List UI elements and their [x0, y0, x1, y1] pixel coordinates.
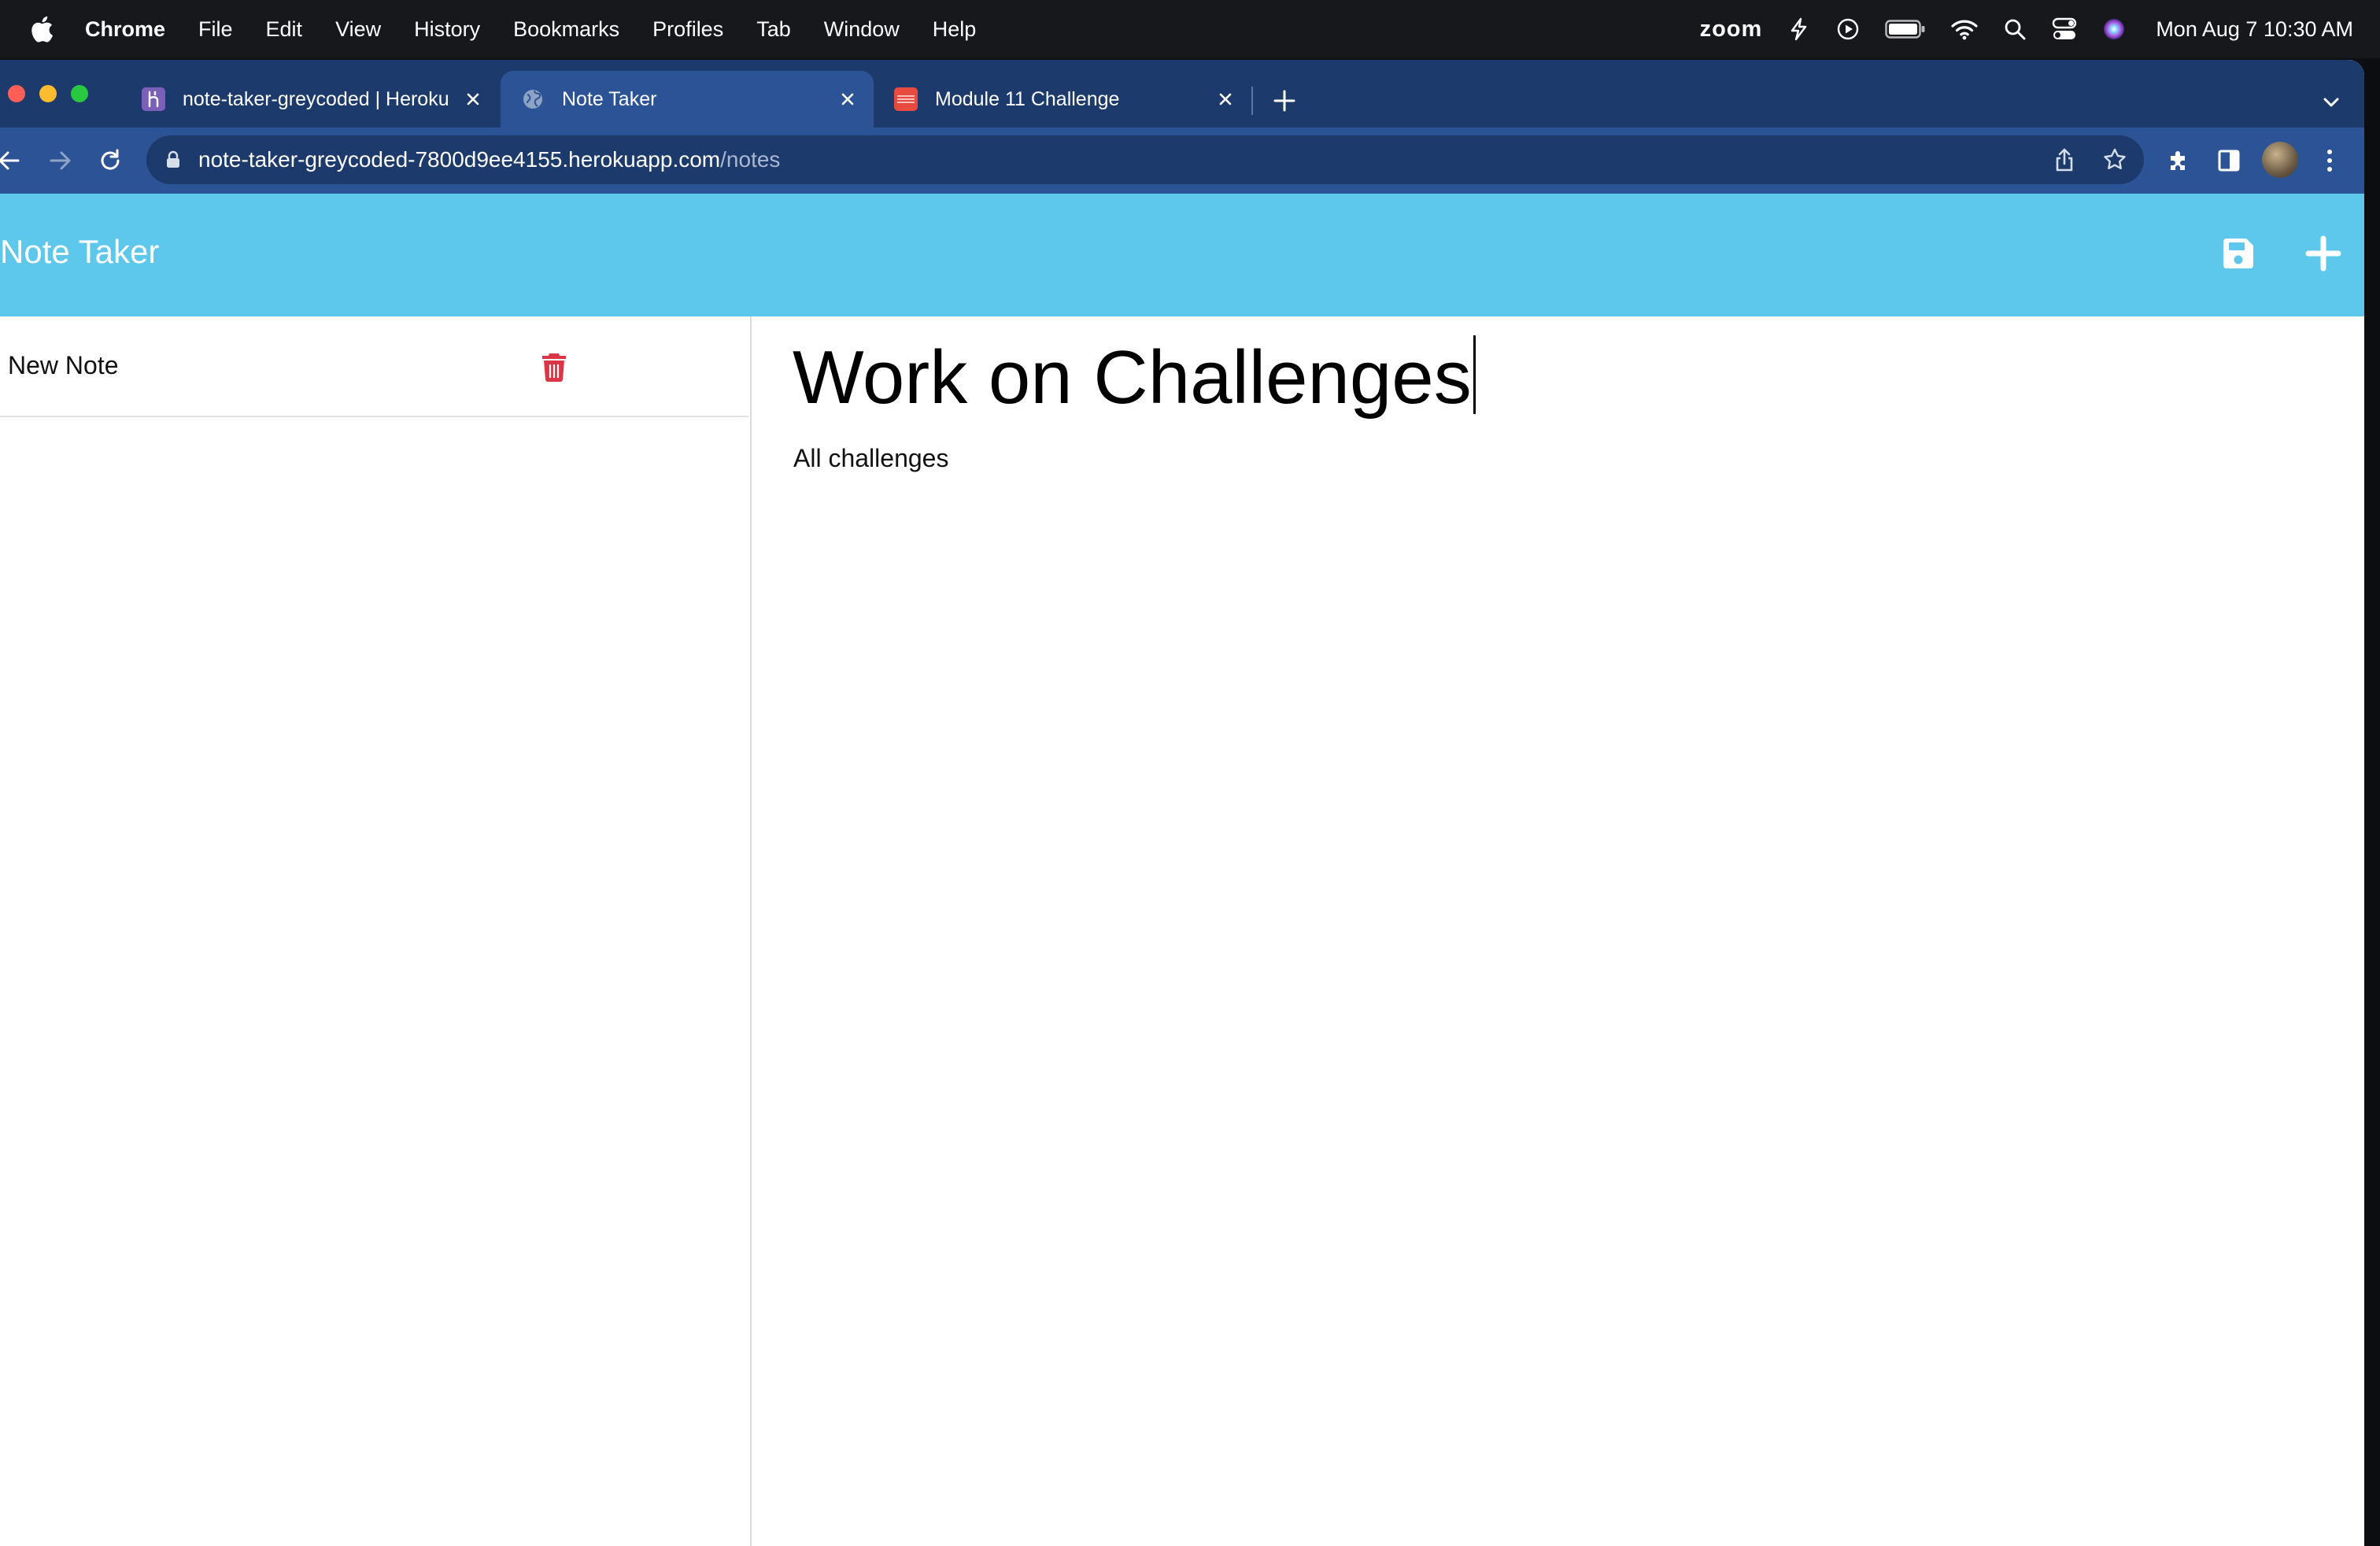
- menu-bar-clock[interactable]: Mon Aug 7 10:30 AM: [2156, 17, 2353, 42]
- heroku-icon: [142, 87, 165, 111]
- url-host: note-taker-greycoded-7800d9ee4155.heroku…: [198, 147, 721, 172]
- menu-view[interactable]: View: [335, 17, 381, 42]
- tab-title: Module 11 Challenge: [935, 87, 1120, 110]
- apple-menu-icon[interactable]: [30, 16, 54, 43]
- new-note-plus-icon[interactable]: [2301, 231, 2345, 276]
- tab-heroku[interactable]: note-taker-greycoded | Heroku: [121, 71, 499, 128]
- lock-icon[interactable]: [165, 150, 181, 169]
- tab-strip: note-taker-greycoded | Heroku Note Taker…: [0, 60, 2364, 128]
- note-title-text: Work on Challenges: [793, 335, 1472, 420]
- note-text-area[interactable]: All challenges: [793, 444, 948, 473]
- menu-tab[interactable]: Tab: [756, 17, 791, 42]
- app-brand[interactable]: Note Taker: [0, 233, 159, 271]
- more-vertical-icon[interactable]: [2312, 143, 2347, 178]
- tab-search-chevron-icon[interactable]: [2317, 88, 2345, 117]
- menu-app-chrome[interactable]: Chrome: [85, 17, 165, 42]
- address-bar[interactable]: note-taker-greycoded-7800d9ee4155.heroku…: [146, 135, 2144, 184]
- menu-help[interactable]: Help: [933, 17, 977, 42]
- tab-separator: [1251, 87, 1253, 115]
- bookmark-star-icon[interactable]: [2101, 146, 2128, 173]
- save-note-icon[interactable]: [2216, 231, 2260, 276]
- text-caret: [1473, 335, 1476, 414]
- reload-icon[interactable]: [91, 142, 129, 179]
- note-list-title: New Note: [8, 351, 119, 379]
- notes-sidebar: New Note: [0, 316, 752, 1546]
- tab-title: Note Taker: [562, 87, 657, 110]
- globe-icon: [521, 87, 545, 111]
- list-item[interactable]: New Note: [0, 316, 748, 417]
- wifi-icon[interactable]: [1951, 18, 1978, 40]
- tab-note-taker[interactable]: Note Taker: [501, 71, 874, 128]
- browser-window: note-taker-greycoded | Heroku Note Taker…: [0, 60, 2364, 1546]
- close-window-button[interactable]: [8, 85, 25, 102]
- back-arrow-icon[interactable]: [0, 142, 28, 179]
- forward-arrow-icon[interactable]: [41, 142, 79, 179]
- url-path: /notes: [720, 147, 781, 172]
- app-navbar: Note Taker: [0, 194, 2364, 316]
- menu-edit[interactable]: Edit: [266, 17, 303, 42]
- menu-window[interactable]: Window: [824, 17, 900, 42]
- share-icon[interactable]: [2051, 146, 2078, 173]
- menu-file[interactable]: File: [198, 17, 233, 42]
- new-tab-plus-icon[interactable]: [1270, 87, 1299, 115]
- spotlight-search-icon[interactable]: [2003, 17, 2027, 41]
- play-circle-icon[interactable]: [1836, 17, 1860, 41]
- maximize-window-button[interactable]: [71, 85, 88, 102]
- side-panel-icon[interactable]: [2212, 143, 2246, 178]
- delete-note-trash-icon[interactable]: [538, 350, 570, 384]
- menu-profiles[interactable]: Profiles: [652, 17, 723, 42]
- menu-bookmarks[interactable]: Bookmarks: [513, 17, 619, 42]
- siri-icon[interactable]: [2102, 17, 2126, 41]
- bolt-icon[interactable]: [1787, 17, 1811, 41]
- extensions-puzzle-icon[interactable]: [2161, 143, 2196, 178]
- browser-toolbar: note-taker-greycoded-7800d9ee4155.heroku…: [0, 128, 2364, 194]
- macos-menu-bar: Chrome File Edit View History Bookmarks …: [0, 0, 2380, 58]
- desktop-edge: [2364, 60, 2380, 1546]
- tab-module-11[interactable]: Module 11 Challenge: [874, 71, 1251, 128]
- profile-avatar[interactable]: [2262, 142, 2298, 178]
- control-center-icon[interactable]: [2052, 17, 2077, 41]
- minimize-window-button[interactable]: [39, 85, 57, 102]
- close-tab-icon[interactable]: [1214, 87, 1237, 111]
- close-tab-icon[interactable]: [836, 87, 859, 111]
- bootcamp-icon: [894, 87, 918, 111]
- tab-title: note-taker-greycoded | Heroku: [183, 87, 449, 110]
- menu-history[interactable]: History: [414, 17, 480, 42]
- note-editor: Work on Challenges All challenges: [753, 316, 2364, 1546]
- battery-icon[interactable]: [1885, 19, 1926, 39]
- close-tab-icon[interactable]: [461, 87, 485, 111]
- note-title-input[interactable]: Work on Challenges: [793, 335, 1476, 420]
- zoom-status-item[interactable]: zoom: [1700, 17, 1763, 43]
- note-taker-page: Note Taker New Note Work on Challenges A…: [0, 194, 2364, 1546]
